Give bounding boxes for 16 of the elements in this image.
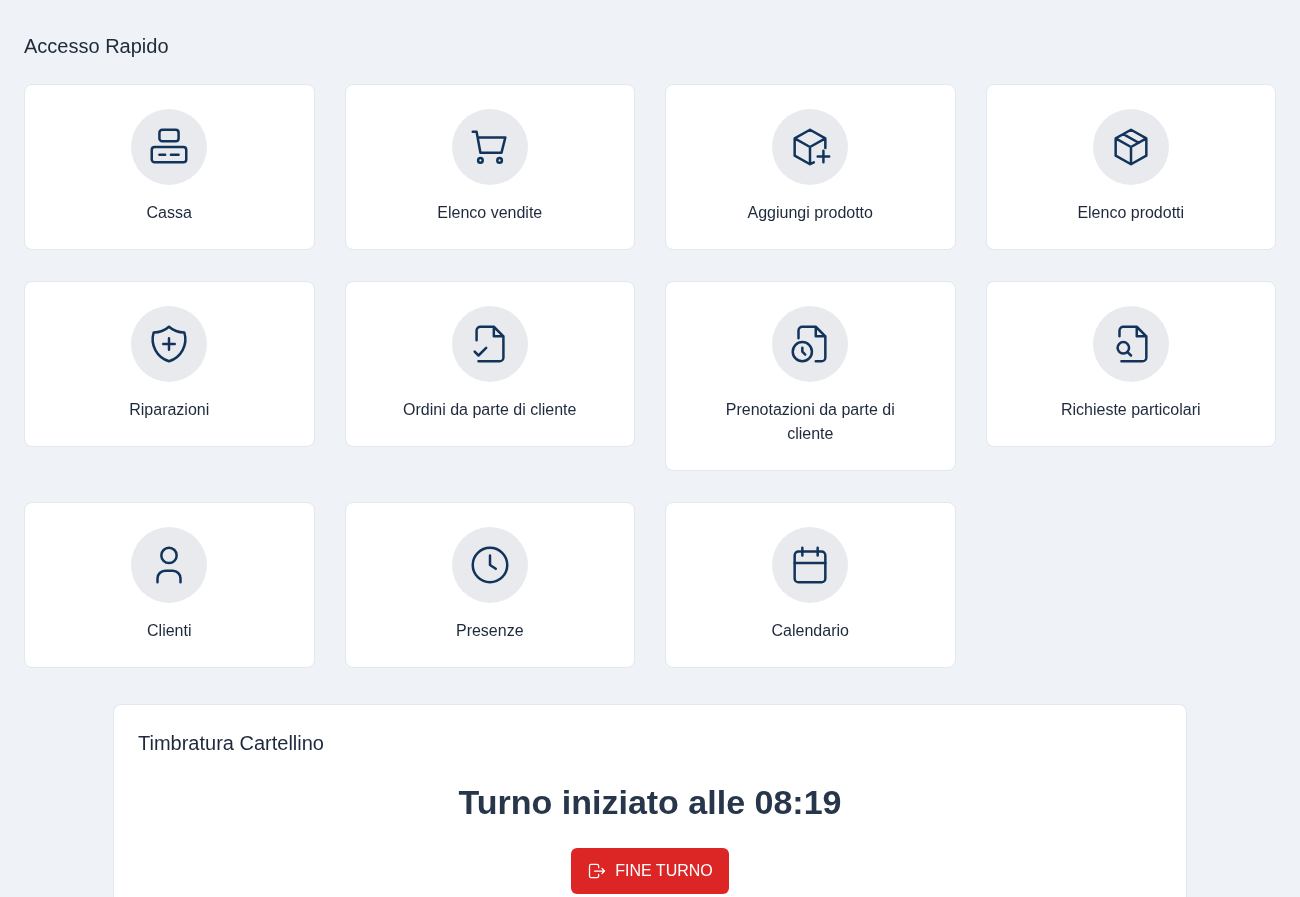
- quick-access-tile[interactable]: Ordini da parte di cliente: [344, 281, 635, 447]
- quick-access-tile[interactable]: Riparazioni: [24, 281, 315, 447]
- quick-access-tile[interactable]: Elenco vendite: [344, 84, 635, 250]
- quick-access-tile[interactable]: Calendario: [665, 502, 956, 668]
- quick-access-tile[interactable]: Presenze: [344, 502, 635, 668]
- quick-access-tile[interactable]: Aggiungi prodotto: [665, 84, 956, 250]
- logout-icon: [587, 861, 608, 881]
- panel-title: Timbratura Cartellino: [138, 731, 325, 756]
- end-shift-button[interactable]: FINE TURNO: [571, 848, 729, 894]
- quick-access-tile[interactable]: Prenotazioni da parte di cliente: [665, 281, 956, 471]
- quick-access-tile[interactable]: Richieste particolari: [985, 281, 1276, 447]
- shift-status: Turno iniziato alle 08:19: [458, 782, 842, 823]
- quick-access-tile[interactable]: Cassa: [24, 84, 315, 250]
- quick-access-tile[interactable]: Clienti: [24, 502, 315, 668]
- quick-access-tile[interactable]: Elenco prodotti: [985, 84, 1276, 250]
- section-title: Accesso Rapido: [24, 34, 170, 59]
